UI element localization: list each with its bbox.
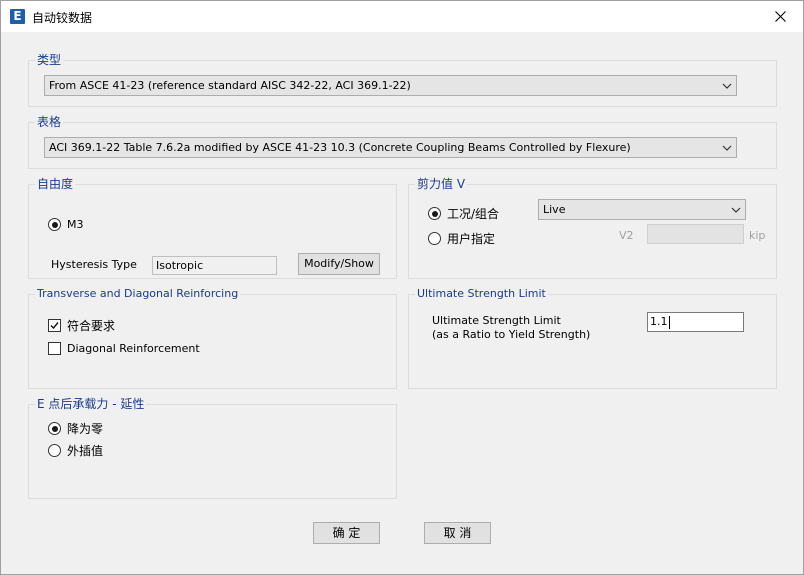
conforming-checkbox[interactable]: 符合要求: [48, 317, 115, 334]
m3-radio-button[interactable]: [48, 218, 61, 231]
extrapolate-label: 外插值: [67, 444, 104, 458]
type-group: 类型 From ASCE 41-23 (reference standard A…: [28, 53, 777, 107]
app-logo-icon: E: [10, 9, 25, 24]
dof-group-label: 自由度: [35, 177, 76, 191]
ultimate-group-label: Ultimate Strength Limit: [415, 287, 548, 301]
load-case-value: Live: [543, 203, 566, 216]
shear-group: 剪力值 V 工况/组合 Live 用户指定 V2 kip: [408, 177, 777, 279]
text-cursor: [668, 315, 670, 329]
ultimate-strength-value: 1.1: [650, 315, 668, 328]
table-dropdown-value: ACI 369.1-22 Table 7.6.2a modified by AS…: [49, 141, 631, 154]
window-title: 自动铰数据: [32, 11, 93, 25]
reinforcing-group: Transverse and Diagonal Reinforcing 符合要求…: [28, 287, 397, 389]
ultimate-strength-input[interactable]: 1.1: [647, 312, 744, 332]
type-dropdown[interactable]: From ASCE 41-23 (reference standard AISC…: [44, 75, 737, 96]
chevron-down-icon: [722, 83, 732, 89]
diagonal-check[interactable]: [48, 342, 61, 355]
chevron-down-icon: [722, 145, 732, 151]
load-case-dropdown[interactable]: Live: [538, 199, 746, 220]
table-dropdown[interactable]: ACI 369.1-22 Table 7.6.2a modified by AS…: [44, 137, 737, 158]
shear-group-label: 剪力值 V: [415, 177, 468, 191]
ultimate-field-label: Ultimate Strength Limit: [432, 314, 561, 327]
extrapolate-radio[interactable]: 外插值: [48, 442, 103, 459]
reinforcing-group-label: Transverse and Diagonal Reinforcing: [35, 287, 241, 301]
dialog-window: E 自动铰数据 类型 From ASCE 41-23 (reference st…: [0, 0, 804, 575]
ok-button[interactable]: 确 定: [313, 522, 380, 544]
point-e-group: E 点后承载力 - 延性 降为零 外插值: [28, 397, 397, 499]
point-e-group-label: E 点后承载力 - 延性: [35, 397, 147, 411]
extrapolate-radio-button[interactable]: [48, 444, 61, 457]
drop-to-zero-radio-button[interactable]: [48, 422, 61, 435]
cancel-button[interactable]: 取 消: [424, 522, 491, 544]
modify-show-button[interactable]: Modify/Show: [298, 253, 380, 275]
type-dropdown-value: From ASCE 41-23 (reference standard AISC…: [49, 79, 411, 92]
ultimate-group: Ultimate Strength Limit Ultimate Strengt…: [408, 287, 777, 389]
close-button[interactable]: [757, 1, 803, 31]
load-case-radio-button[interactable]: [428, 207, 441, 220]
v2-unit: kip: [749, 229, 766, 242]
dof-group: 自由度 M3 Hysteresis Type Isotropic Modify/…: [28, 177, 397, 279]
title-bar: E 自动铰数据: [1, 1, 803, 32]
load-case-radio[interactable]: 工况/组合: [428, 205, 499, 222]
chevron-down-icon: [731, 207, 741, 213]
user-specified-radio[interactable]: 用户指定: [428, 230, 495, 247]
table-group-label: 表格: [35, 115, 64, 129]
type-group-label: 类型: [35, 53, 64, 67]
load-case-label: 工况/组合: [447, 207, 500, 221]
checkmark-icon: [50, 322, 59, 330]
v2-input[interactable]: [647, 224, 744, 244]
hysteresis-field: Isotropic: [152, 256, 277, 275]
user-specified-radio-button[interactable]: [428, 232, 441, 245]
close-icon: [774, 10, 786, 22]
user-specified-label: 用户指定: [447, 232, 496, 246]
v2-label: V2: [619, 229, 634, 242]
diagonal-checkbox[interactable]: Diagonal Reinforcement: [48, 342, 200, 355]
drop-to-zero-label: 降为零: [67, 422, 104, 436]
m3-radio[interactable]: M3: [48, 218, 84, 231]
hysteresis-label: Hysteresis Type: [51, 258, 137, 271]
conforming-label: 符合要求: [67, 319, 116, 333]
m3-label: M3: [67, 218, 84, 231]
drop-to-zero-radio[interactable]: 降为零: [48, 420, 103, 437]
conforming-check[interactable]: [48, 319, 61, 332]
ultimate-field-sublabel: (as a Ratio to Yield Strength): [432, 328, 591, 341]
table-group: 表格 ACI 369.1-22 Table 7.6.2a modified by…: [28, 115, 777, 169]
diagonal-label: Diagonal Reinforcement: [67, 342, 200, 355]
